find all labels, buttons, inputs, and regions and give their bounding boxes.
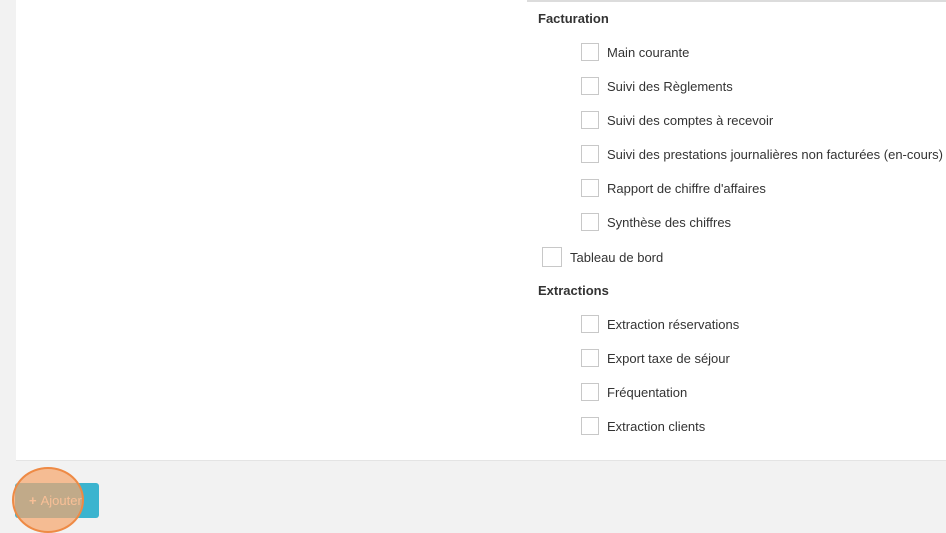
tableau-de-bord-checkbox[interactable]	[542, 247, 562, 267]
add-button[interactable]: + Ajouter	[15, 483, 99, 518]
extraction-clients-checkbox[interactable]	[581, 417, 599, 435]
facturation-heading: Facturation	[538, 11, 609, 26]
permission-label: Synthèse des chiffres	[607, 214, 732, 230]
permission-suivi-comptes[interactable]: Suivi des comptes à recevoir	[581, 111, 773, 129]
main-courante-checkbox[interactable]	[581, 43, 599, 61]
extraction-reservations-checkbox[interactable]	[581, 315, 599, 333]
permission-frequentation[interactable]: Fréquentation	[581, 383, 687, 401]
suivi-reglements-checkbox[interactable]	[581, 77, 599, 95]
permission-label: Main courante	[607, 44, 690, 60]
permissions-panel	[16, 0, 946, 461]
add-button-label: Ajouter	[40, 493, 82, 508]
permission-label: Fréquentation	[607, 384, 688, 400]
synthese-chiffres-checkbox[interactable]	[581, 213, 599, 231]
permission-label: Tableau de bord	[570, 249, 664, 265]
permission-export-taxe-sejour[interactable]: Export taxe de séjour	[581, 349, 730, 367]
permission-synthese-chiffres[interactable]: Synthèse des chiffres	[581, 213, 731, 231]
section-divider	[527, 0, 946, 2]
permission-label: Rapport de chiffre d'affaires	[607, 180, 766, 196]
plus-icon: +	[29, 493, 37, 508]
permission-label: Extraction clients	[607, 418, 706, 434]
permission-suivi-reglements[interactable]: Suivi des Règlements	[581, 77, 733, 95]
permission-label: Suivi des prestations journalières non f…	[607, 146, 944, 162]
suivi-comptes-checkbox[interactable]	[581, 111, 599, 129]
permission-tableau-de-bord[interactable]: Tableau de bord	[542, 247, 663, 267]
permission-label: Suivi des comptes à recevoir	[607, 112, 774, 128]
rapport-ca-checkbox[interactable]	[581, 179, 599, 197]
frequentation-checkbox[interactable]	[581, 383, 599, 401]
permission-rapport-ca[interactable]: Rapport de chiffre d'affaires	[581, 179, 766, 197]
permission-label: Extraction réservations	[607, 316, 740, 332]
permission-main-courante[interactable]: Main courante	[581, 43, 689, 61]
permission-label: Suivi des Règlements	[607, 78, 733, 94]
permission-extraction-clients[interactable]: Extraction clients	[581, 417, 705, 435]
permission-label: Export taxe de séjour	[607, 350, 730, 366]
export-taxe-sejour-checkbox[interactable]	[581, 349, 599, 367]
suivi-prestations-checkbox[interactable]	[581, 145, 599, 163]
permission-extraction-reservations[interactable]: Extraction réservations	[581, 315, 739, 333]
extractions-heading: Extractions	[538, 283, 609, 298]
permission-suivi-prestations[interactable]: Suivi des prestations journalières non f…	[581, 145, 943, 163]
